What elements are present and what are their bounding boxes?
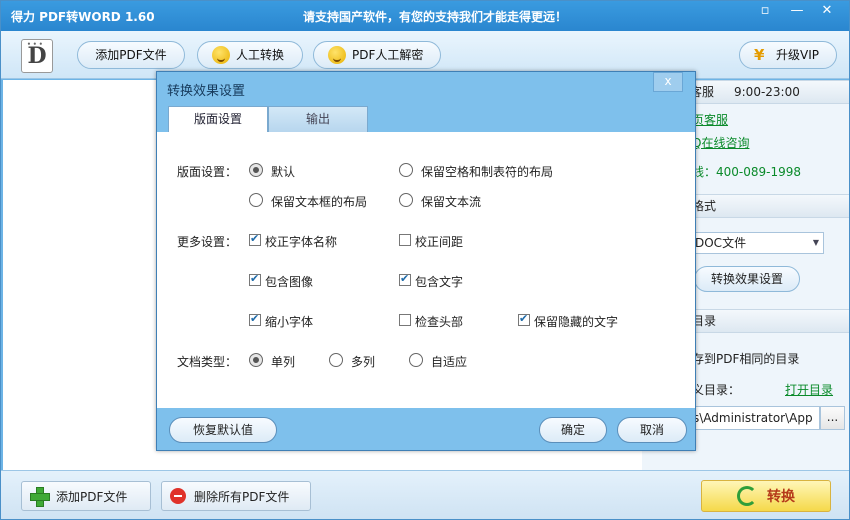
keep-hidden-text-label: 保留隐藏的文字 [534, 315, 619, 329]
radio-layout-keep-flow[interactable] [399, 193, 413, 207]
format-select[interactable]: DOC文件 ▼ [690, 232, 824, 254]
dialog-body: 版面设置： 默认 保留空格和制表符的布局 保留文本框的布局 保留文本流 更多设置… [157, 132, 695, 408]
dialog-title: 转换效果设置 [167, 84, 246, 99]
app-logo: • • • D [21, 39, 53, 73]
include-images-label: 包含图像 [265, 275, 314, 289]
delete-all-pdf-label: 删除所有PDF文件 [194, 489, 290, 504]
checkbox-include-images[interactable] [249, 272, 261, 286]
convert-label: 转换 [767, 489, 795, 505]
logo-dots-icon: • • • [27, 41, 43, 48]
radio-layout-default[interactable] [249, 163, 263, 177]
add-pdf-toolbar-button[interactable]: 添加PDF文件 [77, 41, 185, 69]
chevron-down-icon: ▼ [812, 238, 819, 247]
browse-button[interactable]: ... [820, 406, 845, 430]
save-same-dir-option[interactable]: 存到PDF相同的目录 [692, 350, 799, 367]
convert-settings-dialog: 转换效果设置 x 版面设置 输出 版面设置： 默认 保留空格和制表符的布局 保留… [156, 71, 696, 451]
delete-icon [170, 488, 186, 504]
ok-button[interactable]: 确定 [539, 417, 607, 443]
dialog-close-button[interactable]: x [653, 72, 683, 92]
tab-layout[interactable]: 版面设置 [168, 106, 268, 132]
smiley-icon [328, 46, 346, 64]
doctype-label: 文档类型： [177, 355, 238, 369]
fix-spacing-label: 校正间距 [415, 235, 464, 249]
layout-settings-label: 版面设置： [177, 165, 238, 179]
yen-icon: ¥ [754, 46, 765, 64]
radio-doctype-auto[interactable] [409, 353, 423, 367]
doctype-single-label: 单列 [271, 355, 296, 369]
layout-keep-spaces-label: 保留空格和制表符的布局 [421, 165, 554, 179]
check-header-label: 检查头部 [415, 315, 464, 329]
minimize-button[interactable]: — [783, 1, 811, 23]
hotline-text: 线：400-089-1998 [692, 165, 802, 179]
smiley-icon [212, 46, 230, 64]
pdf-decrypt-label: PDF人工解密 [352, 48, 424, 62]
checkbox-keep-hidden-text[interactable] [518, 312, 530, 326]
skin-icon[interactable]: ▫ [751, 1, 779, 23]
web-service-link[interactable]: 页客服 [692, 111, 728, 128]
checkbox-shrink-font[interactable] [249, 312, 261, 326]
app-title: 得力 PDF转WORD 1.60 [11, 10, 155, 24]
manual-convert-label: 人工转换 [236, 48, 285, 62]
restore-default-button[interactable]: 恢复默认值 [169, 417, 277, 443]
checkbox-fix-spacing[interactable] [399, 234, 411, 246]
add-pdf-toolbar-label: 添加PDF文件 [95, 48, 167, 62]
radio-doctype-single[interactable] [249, 353, 263, 367]
checkbox-fix-font-name[interactable] [249, 232, 261, 246]
delete-all-pdf-button[interactable]: 删除所有PDF文件 [161, 481, 311, 511]
include-text-label: 包含文字 [415, 275, 464, 289]
doctype-multi-label: 多列 [351, 355, 376, 369]
fix-font-name-label: 校正字体名称 [265, 235, 338, 249]
open-dir-link[interactable]: 打开目录 [785, 381, 833, 398]
layout-keep-textbox-label: 保留文本框的布局 [271, 195, 368, 209]
doctype-auto-label: 自适应 [431, 355, 468, 369]
pdf-decrypt-button[interactable]: PDF人工解密 [313, 41, 441, 69]
upgrade-vip-label: 升级VIP [776, 48, 819, 62]
radio-layout-keep-textbox[interactable] [249, 193, 263, 207]
output-path-input[interactable]: s\Administrator\App [690, 406, 820, 430]
layout-keep-flow-label: 保留文本流 [421, 195, 482, 209]
bottom-bar: 添加PDF文件 删除所有PDF文件 转换 [1, 470, 849, 519]
convert-button[interactable]: 转换 [701, 480, 831, 512]
slogan-text: 请支持国产软件，有您的支持我们才能走得更远！ [303, 10, 568, 24]
refresh-icon [737, 486, 757, 506]
add-pdf-bottom-button[interactable]: 添加PDF文件 [21, 481, 151, 511]
convert-settings-button[interactable]: 转换效果设置 [694, 266, 800, 292]
dialog-footer: 恢复默认值 确定 取消 [157, 408, 695, 450]
cancel-button[interactable]: 取消 [617, 417, 687, 443]
tab-output[interactable]: 输出 [268, 106, 368, 132]
dialog-header: 转换效果设置 x 版面设置 输出 [157, 72, 695, 132]
format-select-value: DOC文件 [695, 236, 747, 250]
radio-doctype-multi[interactable] [329, 353, 343, 367]
manual-convert-button[interactable]: 人工转换 [197, 41, 303, 69]
upgrade-vip-button[interactable]: ¥ 升级VIP [739, 41, 837, 69]
checkbox-check-header[interactable] [399, 314, 411, 326]
layout-default-label: 默认 [271, 165, 296, 179]
close-button[interactable]: ✕ [813, 1, 841, 23]
add-pdf-bottom-label: 添加PDF文件 [56, 489, 128, 504]
service-hours: 9:00-23:00 [734, 85, 800, 99]
radio-layout-keep-spaces[interactable] [399, 163, 413, 177]
checkbox-include-text[interactable] [399, 272, 411, 286]
app-window: 得力 PDF转WORD 1.60 请支持国产软件，有您的支持我们才能走得更远！ … [0, 0, 850, 520]
title-bar: 得力 PDF转WORD 1.60 请支持国产软件，有您的支持我们才能走得更远！ … [1, 1, 849, 31]
shrink-font-label: 缩小字体 [265, 315, 314, 329]
custom-dir-label: 义目录： [692, 383, 741, 397]
plus-icon [30, 487, 50, 507]
qq-consult-link[interactable]: Q在线咨询 [692, 134, 749, 151]
more-settings-label: 更多设置： [177, 235, 238, 249]
